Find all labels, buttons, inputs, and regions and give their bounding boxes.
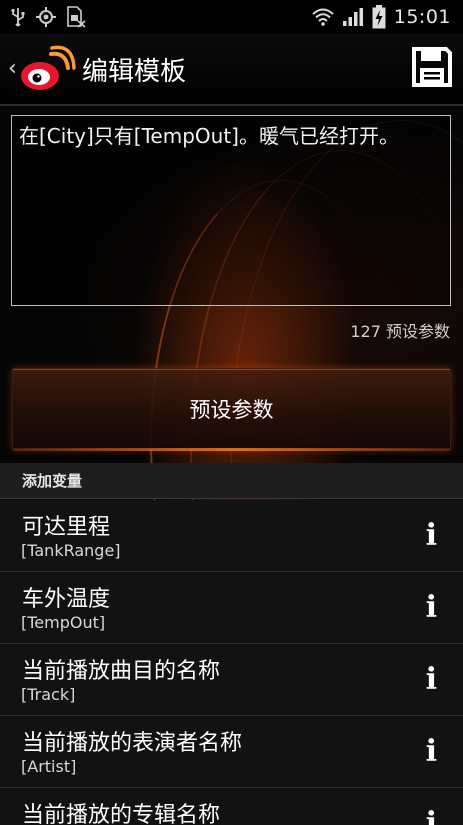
template-text-input[interactable]: 在[City]只有[TempOut]。暖气已经打开。 (11, 115, 451, 306)
status-clock: 15:01 (393, 6, 451, 28)
variable-token: [TempOut] (21, 613, 106, 632)
section-header-add-variable: 添加变量 (0, 463, 463, 499)
char-count: 127 预设参数 (350, 322, 450, 341)
sim-missing-icon (66, 6, 86, 28)
info-icon[interactable]: i (426, 808, 437, 825)
list-item[interactable]: 当前播放的表演者名称 [Artist] i (0, 716, 463, 788)
list-item[interactable]: 可达里程 [TankRange] i (0, 500, 463, 572)
variable-token: [Track] (21, 685, 76, 704)
variable-token: [Artist] (21, 757, 77, 776)
list-item[interactable]: 当前播放的专辑名称 i (0, 788, 463, 825)
variable-token: [TankRange] (21, 541, 121, 560)
info-icon[interactable]: i (426, 664, 437, 696)
chevron-left-icon[interactable]: ‹ (8, 56, 17, 81)
floppy-disk-icon (412, 47, 452, 87)
variable-list: 可达里程 [TankRange] i 车外温度 [TempOut] i 当前播放… (0, 500, 463, 825)
action-bar: ‹ 编辑模板 (0, 34, 463, 106)
usb-icon (10, 7, 26, 27)
variable-name: 车外温度 (22, 587, 111, 612)
info-icon[interactable]: i (426, 592, 437, 624)
info-icon[interactable]: i (426, 736, 437, 768)
app-screen: 15:01 ‹ 编辑模板 在[City]只有[TempOut]。暖气已经打开。 … (0, 0, 463, 825)
preset-params-button[interactable]: 预设参数 (12, 368, 451, 451)
list-item[interactable]: 车外温度 [TempOut] i (0, 572, 463, 644)
section-title: 添加变量 (22, 472, 83, 490)
weibo-logo[interactable] (18, 44, 76, 94)
cell-signal-icon (342, 7, 364, 27)
save-button[interactable] (411, 46, 453, 88)
info-icon[interactable]: i (426, 520, 437, 552)
battery-charging-icon (372, 5, 386, 29)
preset-params-label: 预设参数 (189, 398, 274, 422)
status-bar: 15:01 (0, 0, 463, 34)
wifi-icon (312, 8, 334, 26)
page-title: 编辑模板 (82, 57, 187, 87)
variable-name: 当前播放的专辑名称 (22, 803, 221, 825)
list-item[interactable]: 当前播放曲目的名称 [Track] i (0, 644, 463, 716)
variable-name: 当前播放的表演者名称 (22, 731, 243, 756)
variable-name: 当前播放曲目的名称 (22, 659, 221, 684)
variable-name: 可达里程 (22, 515, 111, 540)
gps-icon (36, 7, 56, 27)
